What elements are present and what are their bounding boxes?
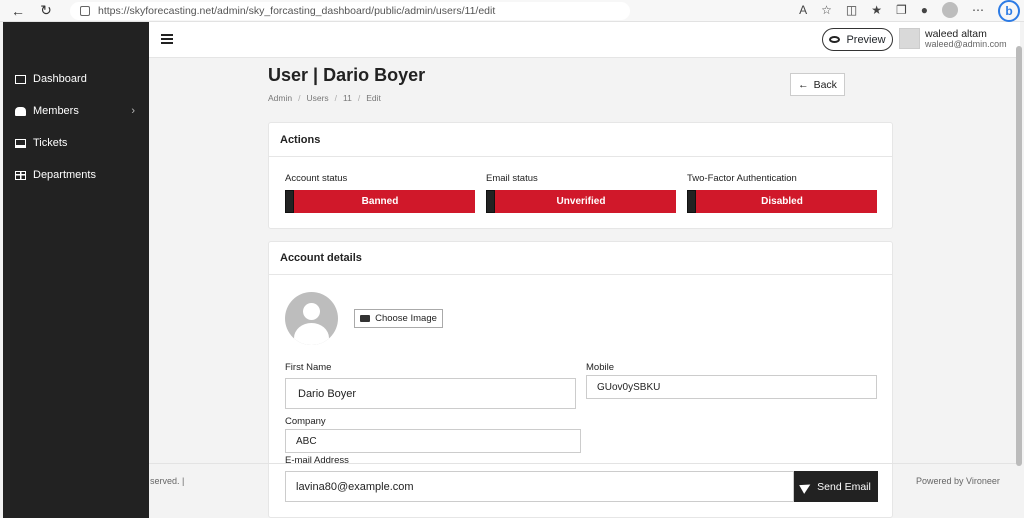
mobile-value: GUov0ySBKU [597,381,661,393]
company-label: Company [285,416,326,427]
sidebar-item-label: Tickets [33,137,68,149]
sidebar-item-label: Departments [33,169,96,181]
first-name-value: Dario Boyer [298,387,357,400]
first-name-label: First Name [285,362,332,373]
page-title: User | Dario Boyer [268,65,426,85]
address-bar[interactable]: https://skyforecasting.net/admin/sky_for… [70,1,630,20]
tickets-icon [15,138,26,148]
bing-icon[interactable]: b [998,0,1020,22]
reload-icon[interactable]: ↻ [36,1,56,21]
mobile-input[interactable]: GUov0ySBKU [586,375,877,399]
top-header: Preview waleed altam waleed@admin.com [149,22,1020,58]
lock-icon [80,5,90,16]
favorites-icon[interactable]: ★ [871,3,882,17]
first-name-input[interactable]: Dario Boyer [285,378,576,409]
account-status-value: Banned [361,196,399,207]
email-label: E-mail Address [285,455,349,466]
split-screen-icon[interactable]: ◫ [846,3,857,17]
paper-plane-icon [799,479,813,494]
status-handle [486,190,495,213]
two-factor-label: Two-Factor Authentication [687,173,797,184]
user-avatar[interactable] [899,28,920,49]
breadcrumb-admin[interactable]: Admin [268,93,292,103]
favorite-star-icon[interactable]: ☆ [821,3,832,17]
members-icon [15,106,26,116]
company-value: ABC [296,435,317,447]
status-handle [687,190,696,213]
mobile-label: Mobile [586,362,614,373]
sidebar-item-dashboard[interactable]: Dashboard [3,68,149,90]
avatar-head [303,303,320,320]
email-value: lavina80@example.com [296,480,414,493]
departments-icon [15,170,26,180]
account-details-card: Account details Choose Image First Name … [268,241,893,518]
address-url: https://skyforecasting.net/admin/sky_for… [98,4,496,17]
choose-image-label: Choose Image [375,313,437,324]
preview-button[interactable]: Preview [822,28,893,51]
breadcrumb-users[interactable]: Users [306,93,328,103]
email-status-select[interactable]: Unverified [486,190,676,213]
actions-card: Actions Account status Banned Email stat… [268,122,893,229]
status-handle [285,190,294,213]
avatar-body [294,323,329,345]
page-scrollbar[interactable] [1016,46,1022,466]
back-label: Back [813,78,837,91]
camera-icon [360,315,371,322]
footer-copyright: served. | [150,476,185,486]
breadcrumb-id[interactable]: 11 [343,93,352,103]
two-factor-select[interactable]: Disabled [687,190,877,213]
footer-divider [149,463,1020,464]
read-aloud-icon[interactable]: A [799,3,807,17]
email-status-group: Email status Unverified [486,173,676,213]
breadcrumb: Admin / Users / 11 / Edit [268,93,381,103]
email-input[interactable]: lavina80@example.com [285,471,794,502]
company-input[interactable]: ABC [285,429,581,453]
dashboard-icon [15,74,26,84]
profile-avatar[interactable] [942,2,958,18]
breadcrumb-separator: / [298,93,301,103]
breadcrumb-current: Edit [366,93,381,103]
preview-label: Preview [846,33,886,46]
email-status-label: Email status [486,173,538,184]
browser-extension-icons: A ☆ ◫ ★ ❐ ● ⋯ [799,2,984,18]
back-arrow-icon[interactable]: ← [8,1,28,21]
account-status-group: Account status Banned [285,173,475,213]
two-factor-group: Two-Factor Authentication Disabled [687,173,877,213]
collections-icon[interactable]: ❐ [896,3,907,17]
browser-toolbar: ← ↻ https://skyforecasting.net/admin/sky… [0,0,1024,22]
account-status-label: Account status [285,173,348,184]
sidebar-item-tickets[interactable]: Tickets [3,132,149,154]
breadcrumb-separator: / [357,93,361,103]
extensions-icon[interactable]: ● [921,3,928,17]
more-options-icon[interactable]: ⋯ [972,3,984,17]
account-status-select[interactable]: Banned [285,190,475,213]
send-email-label: Send Email [817,480,871,493]
breadcrumb-separator: / [334,93,338,103]
user-avatar-large [285,292,338,345]
two-factor-value: Disabled [761,196,803,207]
footer-powered-by: Powered by Vironeer [916,476,1000,486]
sidebar-item-label: Members [33,105,79,117]
actions-heading: Actions [269,123,892,157]
sidebar: Dashboard Members › Tickets Departments [3,22,149,518]
sidebar-item-members[interactable]: Members › [3,100,149,122]
email-status-value: Unverified [556,196,606,207]
back-button[interactable]: ← Back [790,73,845,96]
eye-icon [829,36,841,43]
arrow-left-icon: ← [798,78,809,91]
sidebar-item-label: Dashboard [33,73,87,85]
chevron-right-icon: › [131,105,135,117]
sidebar-item-departments[interactable]: Departments [3,164,149,186]
account-details-heading: Account details [269,242,892,275]
choose-image-button[interactable]: Choose Image [354,309,443,328]
hamburger-menu-icon[interactable] [161,34,173,44]
user-email: waleed@admin.com [925,39,1007,49]
send-email-button[interactable]: Send Email [794,471,878,502]
